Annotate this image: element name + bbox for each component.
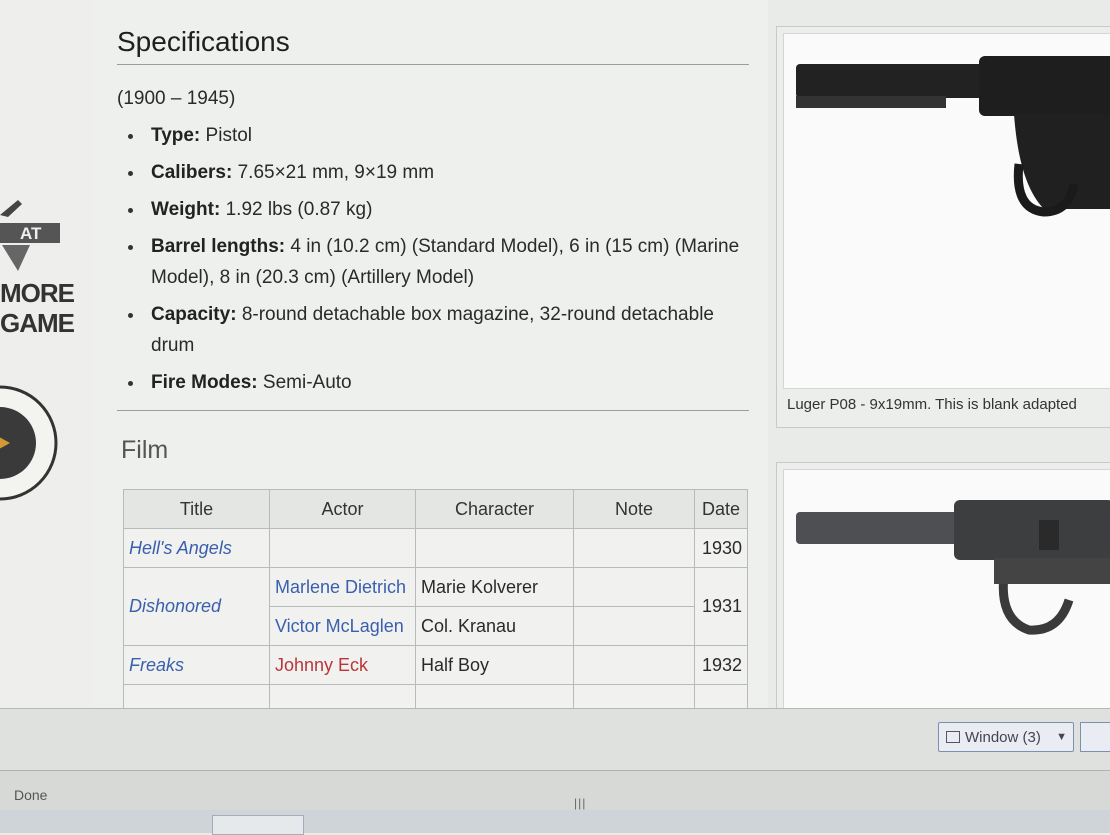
article-content: Specifications (1900 – 1945) Type: Pisto… [93,0,768,708]
ad-line-1: MORE [0,278,75,308]
spec-label: Capacity: [151,304,237,325]
spec-value: Semi-Auto [262,372,352,393]
note-cell [573,606,695,646]
luger-image-link[interactable] [783,33,1110,389]
column-header-actor[interactable]: Actor [269,489,416,529]
date-cell [694,684,748,708]
film-title-cell: Freaks [123,645,270,685]
note-cell [573,645,695,685]
character-cell: Half Boy [415,645,574,685]
column-header-character[interactable]: Character [415,489,574,529]
window-label: Window (3) [965,728,1041,746]
spec-barrel-lengths: Barrel lengths: 4 in (10.2 cm) (Standard… [117,231,757,293]
spec-capacity: Capacity: 8-round detachable box magazin… [117,299,757,361]
actor-cell [269,528,416,568]
image-thumbnail: Luger P08 - 9x19mm. This is blank adapte… [776,26,1110,428]
character-cell: Marie Kolverer [415,567,574,607]
film-title-link[interactable]: Dishonored [129,596,221,616]
specifications-list: Type: Pistol Calibers: 7.65×21 mm, 9×19 … [117,120,757,404]
status-text: Done [14,787,48,803]
spec-label: Calibers: [151,162,233,183]
years-range: (1900 – 1945) [117,88,236,109]
spec-fire-modes: Fire Modes: Semi-Auto [117,367,757,398]
spec-label: Type: [151,125,201,146]
note-cell [573,684,695,708]
film-title-cell [123,684,270,708]
film-heading: Film [121,436,169,464]
window-icon [946,731,960,743]
actor-cell: Marlene Dietrich [269,567,416,607]
table-row: Freaks Johnny Eck Half Boy 1932 [123,645,748,685]
ad-text: MORE GAME [0,278,75,338]
taskbar [0,810,1110,833]
actor-link[interactable]: Marlene Dietrich [275,577,406,597]
spec-label: Weight: [151,199,221,220]
character-cell: Col. Kranau [415,606,574,646]
spec-weight: Weight: 1.92 lbs (0.87 kg) [117,194,757,225]
actor-cell: Johnny Eck [269,645,416,685]
window-dropdown-button[interactable]: Window (3) ▼ [938,722,1074,752]
table-header-row: Title Actor Character Note Date [123,489,748,529]
ad-line-2: GAME [0,308,75,338]
ad-badge-icon [0,385,58,501]
column-header-date[interactable]: Date [694,489,748,529]
table-row [123,684,748,708]
spec-value: 7.65×21 mm, 9×19 mm [237,162,435,183]
note-cell [573,567,695,607]
column-header-title[interactable]: Title [123,489,270,529]
spec-value: 1.92 lbs (0.87 kg) [225,199,373,220]
toolbar-extra-button[interactable] [1080,722,1110,752]
image-thumbnail [776,462,1110,708]
luger-pistol-image [796,56,1110,217]
date-cell: 1931 [694,567,748,646]
note-cell [573,528,695,568]
film-title-link[interactable]: Freaks [129,655,184,675]
spec-value: Pistol [205,125,253,146]
date-cell: 1930 [694,528,748,568]
table-row: Dishonored Marlene Dietrich Marie Kolver… [123,567,748,646]
column-header-note[interactable]: Note [573,489,695,529]
svg-text:AT: AT [20,224,42,243]
section-divider [117,410,749,411]
actor-link[interactable]: Johnny Eck [275,655,368,675]
luger-pistol-image-2 [796,500,1110,635]
table-row: Hell's Angels 1930 [123,528,748,568]
spec-type: Type: Pistol [117,120,757,151]
taskbar-item[interactable] [212,815,304,835]
actor-cell: Victor McLaglen [269,606,416,646]
specifications-heading: Specifications [117,26,290,57]
film-title-link[interactable]: Hell's Angels [129,538,232,558]
date-cell: 1932 [694,645,748,685]
spec-label: Fire Modes: [151,372,258,393]
character-cell [415,528,574,568]
spec-label: Barrel lengths: [151,236,286,257]
actor-cell [269,684,416,708]
film-table: Title Actor Character Note Date Hell's A… [123,489,748,708]
image-column: Luger P08 - 9x19mm. This is blank adapte… [768,0,1110,708]
status-bar [0,770,1110,811]
ad-logo-icon: AT [0,200,60,271]
chevron-down-icon: ▼ [1056,731,1067,743]
heading-divider [117,64,749,65]
film-title-cell: Hell's Angels [123,528,270,568]
character-cell [415,684,574,708]
luger-image-link-2[interactable] [783,469,1110,708]
film-title-cell: Dishonored [123,567,270,646]
spec-calibers: Calibers: 7.65×21 mm, 9×19 mm [117,157,757,188]
left-advertisement[interactable]: AT MORE GAME [0,0,94,708]
actor-link[interactable]: Victor McLaglen [275,616,404,636]
image-caption: Luger P08 - 9x19mm. This is blank adapte… [787,396,1077,413]
resize-grip-icon[interactable]: ||| [574,796,586,810]
